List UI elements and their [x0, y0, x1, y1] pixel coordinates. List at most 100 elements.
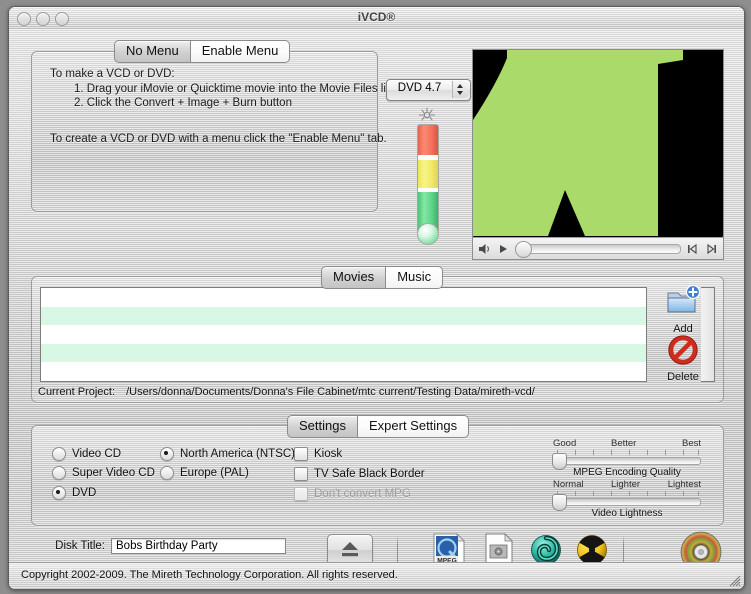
scrub-knob[interactable]: [515, 240, 532, 258]
title-bar: iVCD®: [9, 7, 744, 30]
radio-super-video-cd[interactable]: Super Video CD: [52, 466, 155, 480]
checkbox-kiosk[interactable]: Kiosk: [294, 447, 342, 461]
play-icon[interactable]: [496, 242, 511, 256]
slider-tick-labels: Normal Lighter Lightest: [553, 479, 701, 491]
add-button[interactable]: Add: [653, 284, 713, 335]
slider-video-lightness[interactable]: Normal Lighter Lightest Video Lightness: [552, 479, 701, 519]
video-controls: [473, 237, 723, 259]
slider-label: MPEG Encoding Quality: [573, 467, 681, 478]
capacity-gauge: [413, 107, 441, 252]
video-preview[interactable]: [472, 49, 724, 260]
tick-label: Best: [681, 438, 701, 449]
tab-enable-menu[interactable]: Enable Menu: [190, 40, 291, 63]
window-body: No Menu Enable Menu To make a VCD or DVD…: [9, 29, 744, 589]
speaker-icon[interactable]: [477, 242, 492, 256]
gauge-bulb: [417, 223, 439, 245]
radio-north-america-ntsc[interactable]: North America (NTSC): [160, 447, 295, 461]
instructions-panel: To make a VCD or DVD: 1. Drag your iMovi…: [31, 51, 395, 212]
disk-title-row: Disk Title:: [31, 538, 286, 554]
current-project-label: Current Project:: [38, 386, 116, 398]
slider-tick-labels: Good Better Best: [553, 438, 701, 450]
slider-knob[interactable]: [552, 453, 567, 470]
list-item[interactable]: [41, 343, 646, 363]
tab-settings[interactable]: Settings: [287, 415, 358, 438]
checkbox-indicator[interactable]: [294, 447, 308, 461]
radio-video-cd[interactable]: Video CD: [52, 447, 121, 461]
tick-label: Lightest: [667, 479, 701, 490]
tab-no-menu[interactable]: No Menu: [114, 40, 191, 63]
disc-size-stepper[interactable]: [452, 81, 468, 98]
slider-ticks: [553, 491, 701, 497]
tick-label: Lighter: [611, 479, 641, 490]
gauge-segment-red: [418, 125, 438, 156]
current-project: Current Project: /Users/donna/Documents/…: [38, 386, 535, 398]
radio-indicator[interactable]: [160, 447, 174, 461]
disk-title-label: Disk Title:: [55, 540, 105, 552]
eject-icon: [342, 542, 358, 557]
settings-tabs: Settings Expert Settings: [287, 415, 470, 438]
radio-indicator[interactable]: [52, 466, 66, 480]
radio-indicator[interactable]: [52, 447, 66, 461]
video-frame: [473, 50, 723, 236]
instruction-line-2: 1. Drag your iMovie or Quicktime movie i…: [74, 83, 395, 95]
radio-indicator[interactable]: [52, 486, 66, 500]
delete-button[interactable]: Delete: [653, 335, 713, 383]
slider-mpeg-encoding-quality[interactable]: Good Better Best MPEG Encoding Quality: [552, 438, 701, 478]
resize-grip-icon[interactable]: [727, 573, 741, 587]
checkbox-label: TV Safe Black Border: [314, 468, 425, 480]
gauge-tube: [417, 124, 439, 234]
slider-track[interactable]: [552, 453, 701, 470]
media-type-tabs: Movies Music: [321, 266, 444, 289]
disc-size-popup[interactable]: DVD 4.7: [386, 79, 471, 101]
menu-mode-tabs: No Menu Enable Menu: [114, 40, 291, 63]
tick-label: Better: [611, 438, 637, 449]
tick-label: Good: [553, 438, 577, 449]
list-item[interactable]: [41, 288, 646, 307]
delete-label: Delete: [667, 371, 699, 383]
radio-europe-pal[interactable]: Europe (PAL): [160, 466, 249, 480]
step-forward-icon[interactable]: [704, 242, 719, 256]
tick-label: Normal: [553, 479, 584, 490]
application-window: iVCD® No Menu Enable Menu To make a VCD …: [8, 6, 745, 590]
tab-movies[interactable]: Movies: [321, 266, 387, 289]
folder-add-icon: [667, 284, 701, 313]
radio-label: Super Video CD: [72, 467, 155, 479]
list-item[interactable]: [41, 306, 646, 326]
stepper-down-icon[interactable]: [457, 91, 463, 95]
checkbox-indicator: [294, 487, 308, 501]
instruction-line-1: To make a VCD or DVD:: [50, 68, 175, 80]
radio-label: DVD: [72, 487, 97, 499]
step-back-icon[interactable]: [685, 242, 700, 256]
sunburst-icon: [418, 107, 436, 121]
status-footer: Copyright 2002-2009. The Mireth Technolo…: [9, 562, 744, 589]
movie-files-panel: Current Project: /Users/donna/Documents/…: [31, 276, 724, 403]
disk-title-input[interactable]: [111, 538, 286, 554]
list-item[interactable]: [41, 325, 646, 344]
checkbox-label: Kiosk: [314, 448, 343, 460]
copyright-text: Copyright 2002-2009. The Mireth Technolo…: [21, 569, 398, 581]
stepper-up-icon[interactable]: [457, 84, 463, 88]
settings-panel: Video CD Super Video CD DVD North Americ…: [31, 425, 724, 526]
slider-track[interactable]: [552, 494, 701, 511]
radio-label: North America (NTSC): [180, 448, 296, 460]
radio-dvd[interactable]: DVD: [52, 486, 96, 500]
slider-knob[interactable]: [552, 494, 567, 511]
radio-label: Video CD: [72, 448, 122, 460]
tab-expert-settings[interactable]: Expert Settings: [357, 415, 470, 438]
window-title: iVCD®: [357, 10, 396, 24]
slider-label: Video Lightness: [591, 508, 663, 519]
instruction-line-3: 2. Click the Convert + Image + Burn butt…: [74, 97, 292, 109]
checkbox-tv-safe-black-border[interactable]: TV Safe Black Border: [294, 467, 425, 481]
scrub-slider[interactable]: [515, 240, 681, 258]
add-label: Add: [673, 323, 693, 335]
tab-music[interactable]: Music: [386, 266, 444, 289]
instruction-line-4: To create a VCD or DVD with a menu click…: [50, 133, 387, 145]
slider-ticks: [553, 450, 701, 456]
list-item[interactable]: [41, 362, 646, 381]
current-project-path: /Users/donna/Documents/Donna's File Cabi…: [126, 386, 535, 398]
movie-files-list[interactable]: [40, 287, 647, 382]
radio-label: Europe (PAL): [180, 467, 249, 479]
checkbox-indicator[interactable]: [294, 467, 308, 481]
radio-indicator[interactable]: [160, 466, 174, 480]
checkbox-label: Don't convert MPG: [314, 488, 411, 500]
